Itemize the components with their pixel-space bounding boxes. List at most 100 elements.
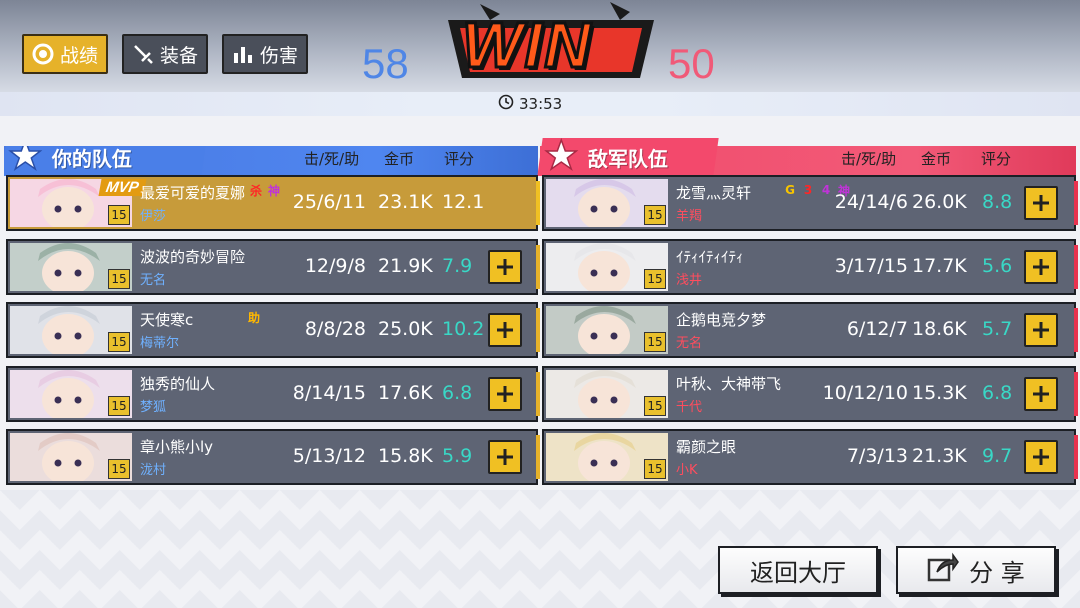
share-icon — [927, 552, 960, 588]
player-row[interactable]: 15 独秀的仙人 梦狐 8/14/15 17.6K 6.8 — [6, 366, 540, 422]
player-row[interactable]: 15 企鹅电竞夕梦 无名 6/12/7 18.6K 5.7 — [542, 302, 1078, 358]
achievement-tags: 助 — [246, 309, 262, 325]
hero-level: 15 — [108, 205, 130, 225]
red-team-score: 50 — [668, 40, 715, 87]
bar-chart-icon — [232, 43, 254, 65]
player-name: 霸颜之眼 — [676, 438, 737, 456]
add-friend-button[interactable] — [1024, 186, 1058, 220]
hero-level: 15 — [108, 459, 130, 479]
add-friend-button[interactable] — [1024, 313, 1058, 347]
row-edge-marker — [536, 372, 540, 416]
hero-level: 15 — [644, 396, 666, 416]
player-kda: 5/13/12 — [292, 445, 366, 467]
player-gold: 15.8K — [378, 445, 433, 467]
player-name: 企鹅电竞夕梦 — [676, 311, 767, 329]
hero-level: 15 — [644, 269, 666, 289]
player-rating: 6.8 — [442, 382, 473, 404]
player-rating: 7.9 — [442, 255, 473, 277]
player-kda: 24/14/6 — [834, 191, 908, 213]
player-rating: 5.6 — [982, 255, 1013, 277]
player-gold: 23.1K — [378, 191, 433, 213]
player-name: 章小熊小ly — [140, 438, 214, 456]
hero-level: 15 — [644, 332, 666, 352]
player-rating: 6.8 — [982, 382, 1013, 404]
hero-name: 泷村 — [140, 463, 167, 478]
player-row[interactable]: 15 MVP 最爱可爱的夏娜 伊莎 杀神 25/6/11 23.1K 12.1 — [6, 175, 540, 231]
player-row[interactable]: 15 叶秋、大神带飞 千代 10/12/10 15.3K 6.8 — [542, 366, 1078, 422]
hero-name: 梦狐 — [140, 400, 167, 415]
player-gold: 18.6K — [912, 318, 967, 340]
player-kda: 8/8/28 — [304, 318, 366, 340]
hero-name: 千代 — [676, 400, 703, 415]
player-name: 龙雪灬灵轩 — [676, 184, 752, 202]
match-duration: 33:53 — [519, 95, 563, 113]
add-friend-button[interactable] — [488, 440, 522, 474]
plus-icon — [1033, 322, 1049, 338]
plus-icon — [1033, 259, 1049, 275]
sword-icon — [132, 43, 154, 65]
player-rating: 9.7 — [982, 445, 1013, 467]
player-name: 最爱可爱的夏娜 — [140, 184, 246, 202]
tab-damage[interactable]: 伤害 — [222, 34, 308, 74]
add-friend-button[interactable] — [1024, 440, 1058, 474]
plus-icon — [497, 322, 513, 338]
player-row[interactable]: 15 ｲﾃｨｲﾃｨｲﾃｨ 浅井 3/17/15 17.7K 5.6 — [542, 239, 1078, 295]
achievement-tag: G — [785, 183, 795, 197]
player-rating: 10.2 — [442, 318, 485, 340]
add-friend-button[interactable] — [1024, 250, 1058, 284]
row-edge-marker — [536, 245, 540, 289]
return-lobby-label: 返回大厅 — [750, 558, 846, 587]
player-name: 波波的奇妙冒险 — [140, 248, 246, 266]
ally-col-kda: 击/死/助 — [304, 150, 360, 168]
row-edge-marker — [536, 181, 540, 225]
star-icon — [544, 138, 579, 171]
player-kda: 12/9/8 — [304, 255, 366, 277]
player-gold: 21.9K — [378, 255, 433, 277]
enemy-col-gold: 金币 — [921, 150, 952, 168]
achievement-tag: 杀 — [249, 183, 262, 198]
match-timer: 33:53 — [498, 94, 562, 114]
row-edge-marker — [1074, 181, 1078, 225]
player-row[interactable]: 15 章小熊小ly 泷村 5/13/12 15.8K 5.9 — [6, 429, 540, 485]
tab-record[interactable]: 战绩 — [22, 34, 108, 74]
tab-label: 伤害 — [259, 44, 298, 67]
blue-team-score: 58 — [362, 40, 409, 87]
player-kda: 6/12/7 — [846, 318, 908, 340]
achievement-tag: 助 — [247, 310, 260, 325]
win-title: WIN — [460, 8, 593, 83]
achievement-tag: 4 — [821, 183, 831, 197]
player-gold: 25.0K — [378, 318, 433, 340]
add-friend-button[interactable] — [488, 250, 522, 284]
hero-name: 小K — [676, 463, 698, 478]
player-gold: 17.6K — [378, 382, 433, 404]
achievement-tag: 神 — [267, 183, 280, 198]
player-kda: 3/17/15 — [834, 255, 908, 277]
ally-col-rating: 评分 — [444, 150, 475, 168]
row-edge-marker — [1074, 372, 1078, 416]
enemy-col-rating: 评分 — [981, 150, 1012, 168]
return-lobby-button[interactable]: 返回大厅 — [718, 546, 878, 594]
player-row[interactable]: 15 龙雪灬灵轩 羊羯 G 3 4 神 24/14/6 26.0K 8.8 — [542, 175, 1078, 231]
plus-icon — [497, 386, 513, 402]
add-friend-button[interactable] — [488, 313, 522, 347]
add-friend-button[interactable] — [488, 377, 522, 411]
player-row[interactable]: 15 波波的奇妙冒险 无名 12/9/8 21.9K 7.9 — [6, 239, 540, 295]
player-row[interactable]: 15 天使寒c 梅蒂尔 助 8/8/28 25.0K 10.2 — [6, 302, 540, 358]
player-name: 叶秋、大神带飞 — [676, 375, 782, 393]
tab-equipment[interactable]: 装备 — [122, 34, 208, 74]
hero-level: 15 — [108, 332, 130, 352]
clock-icon — [498, 94, 514, 114]
share-button[interactable]: 分 享 — [896, 546, 1056, 594]
player-row[interactable]: 15 霸颜之眼 小K 7/3/13 21.3K 9.7 — [542, 429, 1078, 485]
plus-icon — [497, 259, 513, 275]
player-rating: 5.9 — [442, 445, 473, 467]
target-icon — [32, 43, 54, 65]
hero-level: 15 — [644, 205, 666, 225]
hero-name: 无名 — [676, 336, 703, 351]
hero-level: 15 — [108, 269, 130, 289]
player-rating: 5.7 — [982, 318, 1013, 340]
row-edge-marker — [536, 308, 540, 352]
achievement-tags: 杀神 — [248, 182, 282, 198]
tab-label: 装备 — [159, 44, 198, 67]
add-friend-button[interactable] — [1024, 377, 1058, 411]
